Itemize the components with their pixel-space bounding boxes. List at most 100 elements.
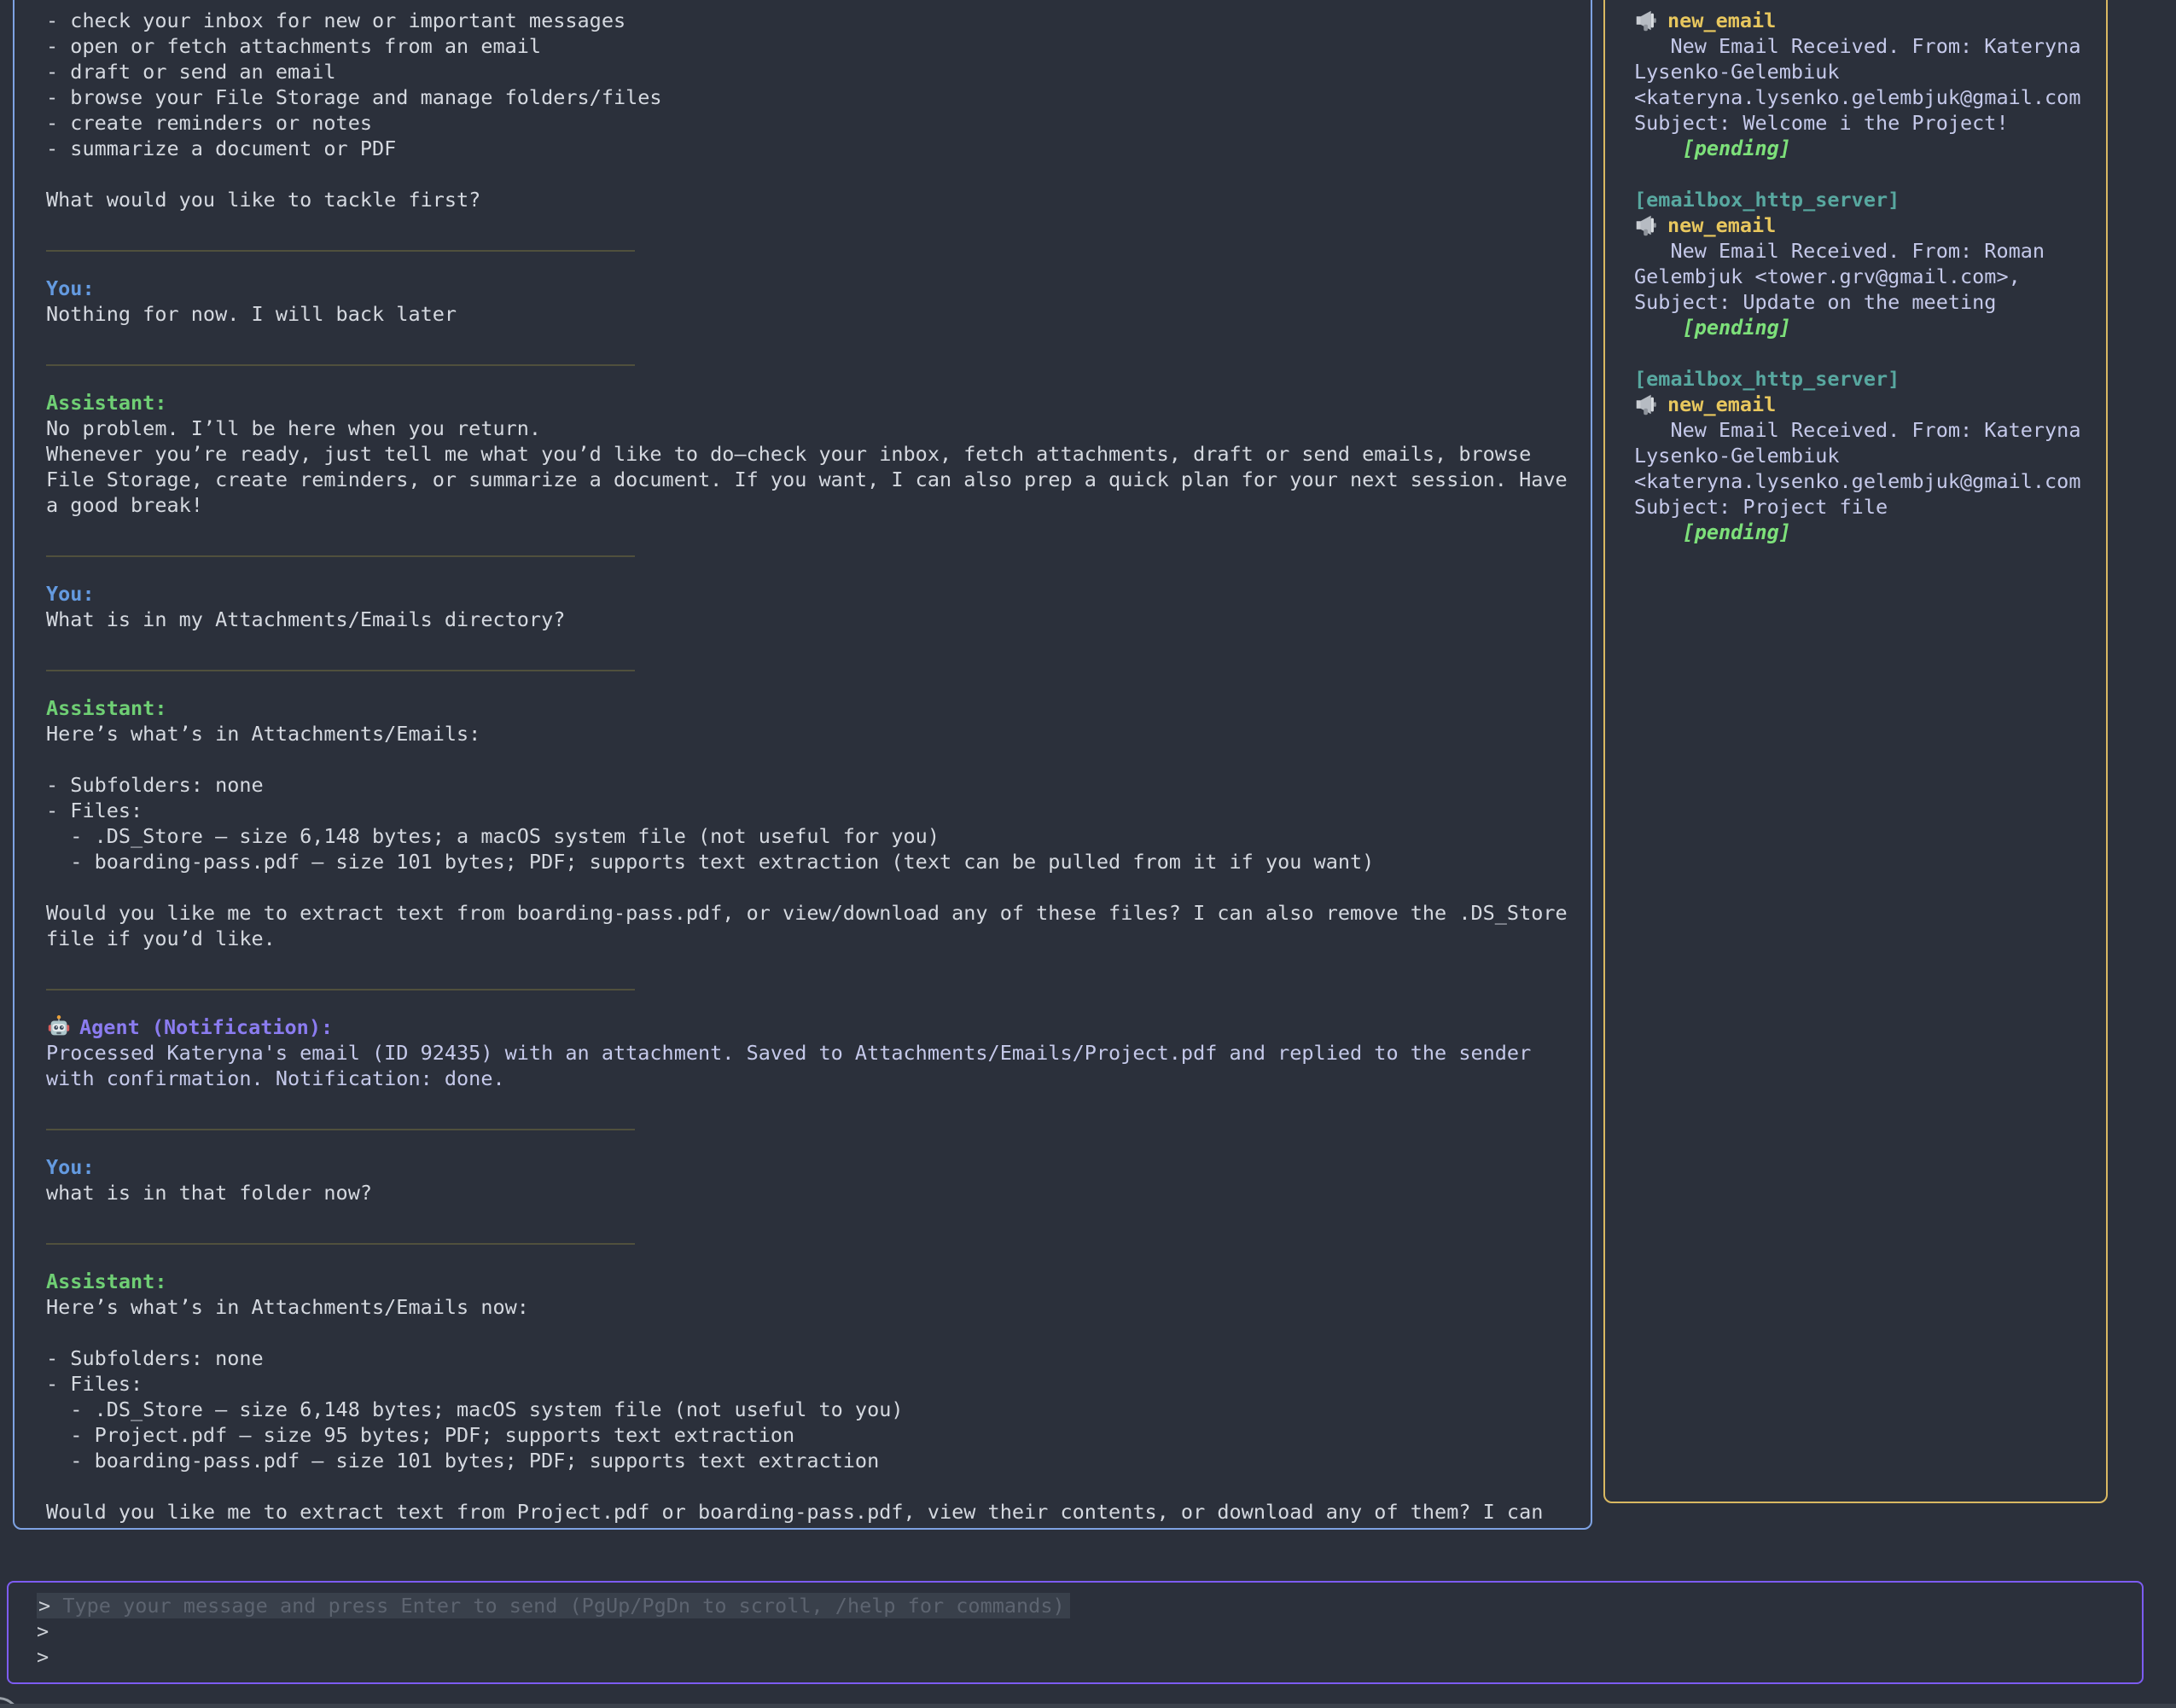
chat-text-line: What is in my Attachments/Emails directo… — [46, 607, 1574, 632]
chat-text-line: - browse your File Storage and manage fo… — [46, 84, 1574, 110]
chat-text-line: - Project.pdf — size 95 bytes; PDF; supp… — [46, 1422, 1574, 1448]
status-badge: [pending] — [1634, 315, 2097, 340]
placeholder-highlight: > Type your message and press Enter to s… — [37, 1593, 1070, 1618]
chat-text-line: what is in that folder now? — [46, 1180, 1574, 1205]
prompt-icon: > — [37, 1619, 49, 1643]
blank-line — [46, 1473, 1574, 1499]
blank-line — [46, 161, 1574, 187]
prompt-icon: > — [38, 1594, 50, 1618]
input-line-3[interactable]: > — [37, 1644, 2133, 1670]
chat-text-line: Would you like me to extract text from P… — [46, 1499, 1574, 1525]
message-separator — [46, 364, 1574, 390]
message-label-agent: Agent (Notification): — [46, 1014, 1574, 1040]
event-name: new_email — [1667, 392, 1776, 416]
notification-body-line: Lysenko-Gelembiuk — [1634, 443, 2097, 468]
role-label: Assistant: — [46, 1269, 166, 1293]
chat-log-panel[interactable]: - check your inbox for new or important … — [13, 0, 1592, 1530]
chat-text-line: with confirmation. Notification: done. — [46, 1066, 1574, 1091]
input-placeholder: Type your message and press Enter to sen… — [62, 1594, 1064, 1618]
message-label-you: You: — [46, 581, 1574, 607]
blank-line — [46, 632, 1574, 658]
notification-event: new_email — [1634, 392, 2097, 417]
blank-line — [46, 747, 1574, 772]
notification-body-line: Lysenko-Gelembiuk — [1634, 59, 2097, 84]
chat-text-line: Here’s what’s in Attachments/Emails now: — [46, 1294, 1574, 1320]
separator-rule — [46, 1129, 635, 1130]
input-line-2[interactable]: > — [37, 1618, 2133, 1644]
message-separator — [46, 1243, 1574, 1269]
blank-line — [46, 1320, 1574, 1345]
app-root: - check your inbox for new or important … — [0, 0, 2176, 1708]
chat-text-line: a good break! — [46, 492, 1574, 518]
chat-text-line: also remove the .DS_Store file if you wa… — [46, 1525, 1574, 1530]
chat-text-line: - check your inbox for new or important … — [46, 8, 1574, 33]
notification-event: new_email — [1634, 212, 2097, 238]
notifications-sidebar[interactable]: new_email New Email Received. From: Kate… — [1603, 0, 2108, 1503]
notification-body-line: New Email Received. From: Kateryna — [1634, 417, 2097, 443]
message-separator — [46, 1129, 1574, 1154]
chat-text-line: Processed Kateryna's email (ID 92435) wi… — [46, 1040, 1574, 1066]
chat-text-line: - draft or send an email — [46, 59, 1574, 84]
chat-text-line: - create reminders or notes — [46, 110, 1574, 136]
role-label: You: — [46, 582, 95, 606]
message-separator — [46, 250, 1574, 276]
message-separator — [46, 670, 1574, 695]
blank-line — [46, 518, 1574, 543]
bottom-edge-strip — [0, 1704, 2176, 1708]
chat-text-line: - Files: — [46, 1371, 1574, 1397]
message-label-you: You: — [46, 276, 1574, 301]
role-label: Assistant: — [46, 696, 166, 720]
role-label: Agent (Notification): — [79, 1015, 333, 1039]
notification-event: new_email — [1634, 8, 2097, 33]
message-separator — [46, 989, 1574, 1014]
chat-text-line: - .DS_Store — size 6,148 bytes; macOS sy… — [46, 1397, 1574, 1422]
notification-body-line: Subject: Project file — [1634, 494, 2097, 520]
message-label-you: You: — [46, 1154, 1574, 1180]
chat-text-line: File Storage, create reminders, or summa… — [46, 467, 1574, 492]
status-badge: [pending] — [1634, 520, 2097, 545]
notification-body-line: <kateryna.lysenko.gelembjuk@gmail.com — [1634, 468, 2097, 494]
notification-body-line: New Email Received. From: Kateryna — [1634, 33, 2097, 59]
blank-line — [46, 212, 1574, 238]
blank-line — [46, 327, 1574, 352]
chat-text-line: Would you like me to extract text from b… — [46, 900, 1574, 926]
chat-text-line: file if you’d like. — [46, 926, 1574, 951]
blank-line — [46, 1205, 1574, 1231]
blank-line — [46, 951, 1574, 977]
chat-text-line: - open or fetch attachments from an emai… — [46, 33, 1574, 59]
event-name: new_email — [1667, 213, 1776, 237]
blank-line — [1634, 340, 2097, 366]
megaphone-icon — [1634, 392, 1660, 417]
blank-line — [46, 874, 1574, 900]
blank-line — [1634, 161, 2097, 187]
separator-rule — [46, 1243, 635, 1245]
server-tag: [emailbox_http_server] — [1634, 187, 2097, 212]
notification-body-line: Subject: Update on the meeting — [1634, 289, 2097, 315]
separator-rule — [46, 250, 635, 252]
message-label-assistant: Assistant: — [46, 1269, 1574, 1294]
input-line-placeholder[interactable]: > Type your message and press Enter to s… — [37, 1593, 2133, 1618]
notification-body-line: Subject: Welcome i the Project! — [1634, 110, 2097, 136]
role-label: You: — [46, 1155, 95, 1179]
status-badge: [pending] — [1634, 136, 2097, 161]
role-label: Assistant: — [46, 391, 166, 415]
chat-text-line: - Files: — [46, 798, 1574, 823]
chat-text-line: No problem. I’ll be here when you return… — [46, 415, 1574, 441]
chat-text-line: Nothing for now. I will back later — [46, 301, 1574, 327]
event-name: new_email — [1667, 9, 1776, 32]
robot-icon — [46, 1014, 72, 1040]
chat-text-line: - boarding-pass.pdf — size 101 bytes; PD… — [46, 849, 1574, 874]
server-tag: [emailbox_http_server] — [1634, 366, 2097, 392]
notification-body-line: New Email Received. From: Roman — [1634, 238, 2097, 264]
chat-text-line: - Subfolders: none — [46, 772, 1574, 798]
notification-body-line: <kateryna.lysenko.gelembjuk@gmail.com — [1634, 84, 2097, 110]
megaphone-icon — [1634, 8, 1660, 33]
message-input-box[interactable]: > Type your message and press Enter to s… — [7, 1581, 2144, 1684]
chat-text-line: - .DS_Store — size 6,148 bytes; a macOS … — [46, 823, 1574, 849]
separator-rule — [46, 989, 635, 991]
chat-text-line: - Subfolders: none — [46, 1345, 1574, 1371]
notification-body-line: Gelembjuk <tower.grv@gmail.com>, — [1634, 264, 2097, 289]
chat-text-line: Whenever you’re ready, just tell me what… — [46, 441, 1574, 467]
separator-rule — [46, 364, 635, 366]
message-label-assistant: Assistant: — [46, 695, 1574, 721]
